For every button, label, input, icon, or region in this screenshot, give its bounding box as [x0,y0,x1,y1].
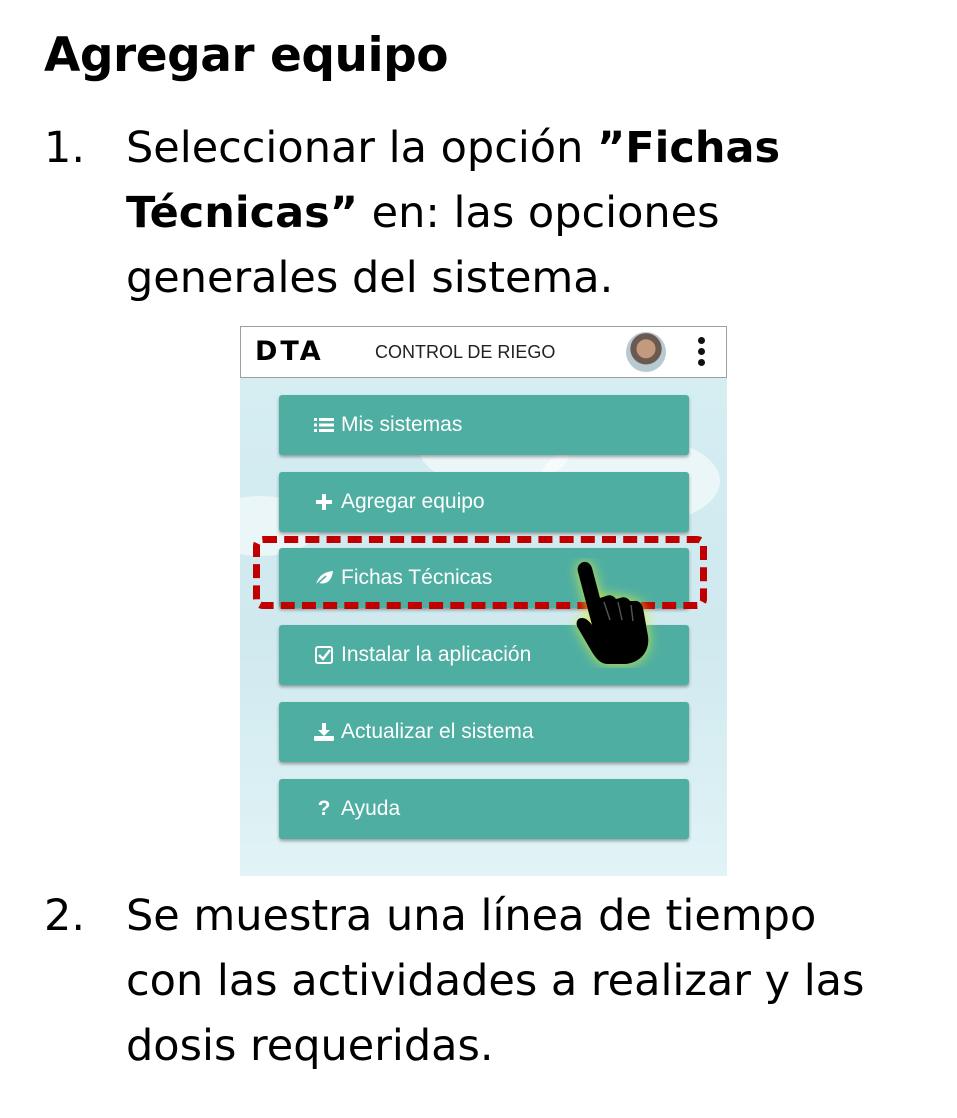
menu-button-mis-sistemas[interactable]: Mis sistemas [279,395,689,455]
step-number: 2. [44,891,86,941]
menu-button-ayuda[interactable]: ? Ayuda [279,779,689,839]
step-text: Seleccionar la opción ”Fichas Técnicas” … [126,116,780,311]
list-icon [313,413,335,437]
app-bar: DTA CONTROL DE RIEGO [240,326,727,378]
step-text-part: con las actividades a realizar y las [126,956,865,1006]
step-text-part: Se muestra una línea de tiempo [126,891,817,941]
avatar[interactable] [626,332,666,372]
plus-icon [313,490,335,514]
page-title: Agregar equipo [44,28,449,83]
dta-logo: DTA [255,336,324,367]
download-icon [313,720,335,744]
check-square-icon [313,643,335,667]
menu-button-label: Actualizar el sistema [341,720,534,743]
menu-button-label: Ayuda [341,797,401,820]
step-text-bold: ”Fichas [597,123,781,173]
menu-button-label: Agregar equipo [341,490,485,513]
pointing-hand-icon [576,561,649,664]
step-text: Se muestra una línea de tiempo con las a… [126,884,864,1079]
step-text-part: en: las opciones [358,188,720,238]
step-number: 1. [44,123,86,173]
kebab-menu-icon[interactable] [698,337,706,367]
app-title: CONTROL DE RIEGO [375,342,556,362]
menu-button-actualizar[interactable]: Actualizar el sistema [279,702,689,762]
question-icon: ? [317,797,331,820]
step-text-bold: Técnicas” [126,188,358,238]
step-text-part: generales del sistema. [126,253,614,303]
menu-button-agregar-equipo[interactable]: Agregar equipo [279,472,689,532]
menu-button-label: Instalar la aplicación [341,643,532,666]
step-text-part: Seleccionar la opción [126,123,598,173]
step-text-part: dosis requeridas. [126,1021,494,1071]
menu-button-label: Mis sistemas [341,413,463,436]
